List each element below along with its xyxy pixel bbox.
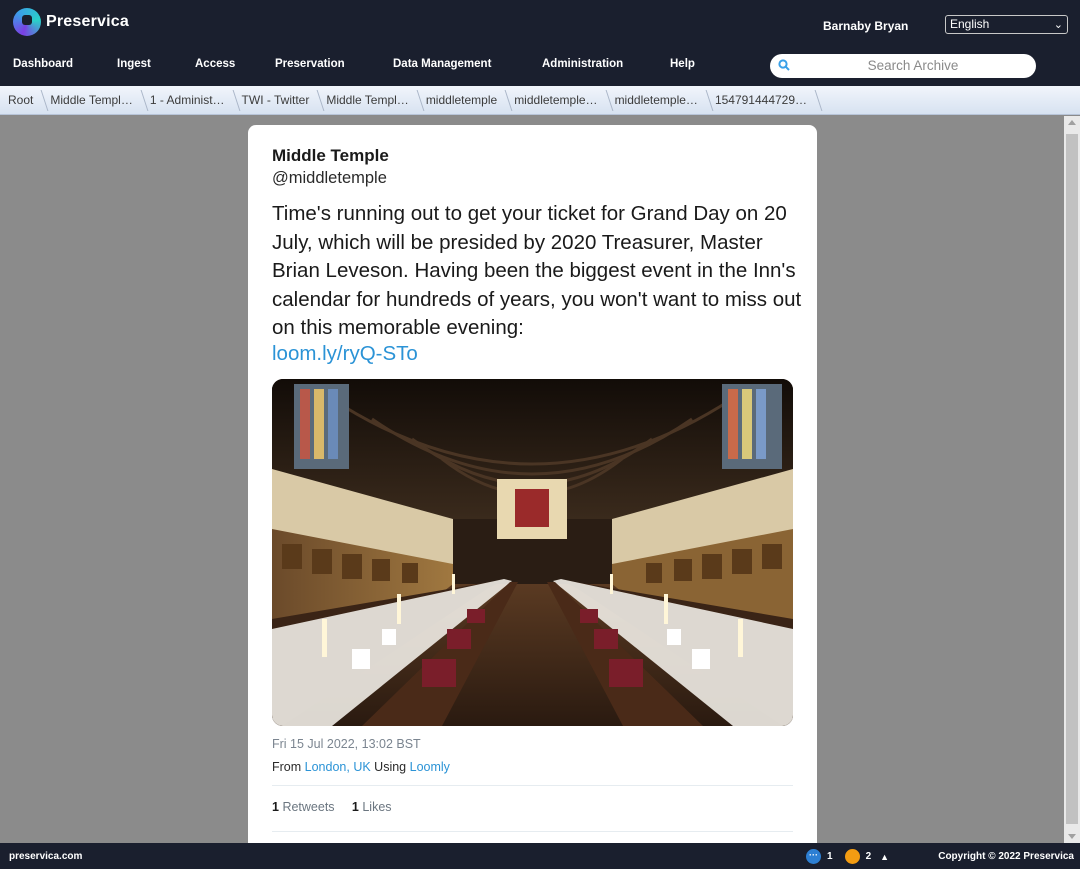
nav-access[interactable]: Access (195, 58, 235, 70)
nav-help[interactable]: Help (670, 58, 695, 70)
tweet-author-name: Middle Temple (272, 146, 389, 165)
hall-interior-image (272, 379, 793, 726)
breadcrumb-item[interactable]: Middle Templ… (42, 86, 141, 115)
nav-data-management[interactable]: Data Management (393, 58, 491, 70)
top-header: Preservica Barnaby Bryan English ⌄ Dashb… (0, 0, 1080, 86)
notification-orange-count: 2 (865, 851, 872, 862)
tweet-timestamp: Fri 15 Jul 2022, 13:02 BST (272, 737, 421, 751)
caret-up-icon[interactable]: ▲ (880, 852, 889, 862)
footer-site-link[interactable]: preservica.com (9, 851, 82, 862)
tweet-location-link[interactable]: London, UK (305, 760, 371, 774)
app-name: Preservica (46, 13, 129, 30)
breadcrumb-item[interactable]: middletemple… (506, 86, 606, 115)
breadcrumb-item[interactable]: TWI - Twitter (234, 86, 319, 115)
nav-administration[interactable]: Administration (542, 58, 623, 70)
tweet-card: Middle Temple @middletemple Time's runni… (248, 125, 817, 845)
tweet-client-link[interactable]: Loomly (410, 760, 450, 774)
scrollbar-thumb[interactable] (1066, 134, 1078, 824)
user-name[interactable]: Barnaby Bryan (823, 19, 908, 33)
tweet-photo[interactable] (272, 379, 793, 726)
notification-blue-icon[interactable]: ··· (806, 849, 821, 864)
language-value: English (950, 17, 990, 31)
breadcrumb-item[interactable]: Root (0, 86, 42, 115)
divider (272, 831, 793, 832)
tweet-source: From London, UK Using Loomly (272, 760, 450, 774)
from-label: From (272, 760, 302, 774)
breadcrumb-item[interactable]: Middle Templ… (318, 86, 417, 115)
scroll-down-icon[interactable] (1068, 834, 1076, 839)
breadcrumb-item[interactable]: 154791444729… (707, 86, 816, 115)
retweets-count: 1 (272, 800, 279, 814)
likes-label: Likes (362, 800, 392, 814)
tweet-link[interactable]: loom.ly/ryQ-STo (272, 342, 418, 366)
search-input[interactable]: Search Archive (770, 54, 1036, 78)
notification-orange-icon[interactable] (844, 849, 860, 864)
footer-copyright: Copyright © 2022 Preservica (938, 851, 1074, 862)
nav-ingest[interactable]: Ingest (117, 58, 151, 70)
breadcrumb-item[interactable]: 1 - Administ… (142, 86, 234, 115)
breadcrumb-item[interactable]: middletemple (418, 86, 506, 115)
divider (272, 785, 793, 786)
tweet-stats: 1 Retweets 1 Likes (272, 800, 392, 814)
notification-blue-count: 1 (827, 851, 833, 862)
preservica-logo-icon (13, 8, 41, 36)
search-placeholder: Search Archive (867, 58, 959, 73)
vertical-scrollbar[interactable] (1064, 116, 1080, 843)
likes-count: 1 (351, 800, 359, 814)
chevron-down-icon: ⌄ (1053, 19, 1063, 31)
scroll-up-icon[interactable] (1068, 120, 1076, 125)
retweets-label: Retweets (282, 800, 335, 814)
using-label: Using (374, 760, 407, 774)
footer: preservica.com ··· 1 2 ▲ Copyright © 202… (0, 843, 1080, 869)
nav-dashboard[interactable]: Dashboard (13, 58, 73, 70)
preservica-logo[interactable]: Preservica (13, 8, 129, 36)
breadcrumb-item[interactable]: middletemple… (607, 86, 707, 115)
tweet-author-handle: @middletemple (272, 169, 387, 187)
footer-status: ··· 1 2 ▲ (806, 849, 889, 864)
language-select[interactable]: English ⌄ (945, 15, 1068, 34)
nav-preservation[interactable]: Preservation (275, 58, 345, 70)
breadcrumb: Root Middle Templ… 1 - Administ… TWI - T… (0, 86, 1080, 115)
tweet-text: Time's running out to get your ticket fo… (272, 202, 802, 339)
